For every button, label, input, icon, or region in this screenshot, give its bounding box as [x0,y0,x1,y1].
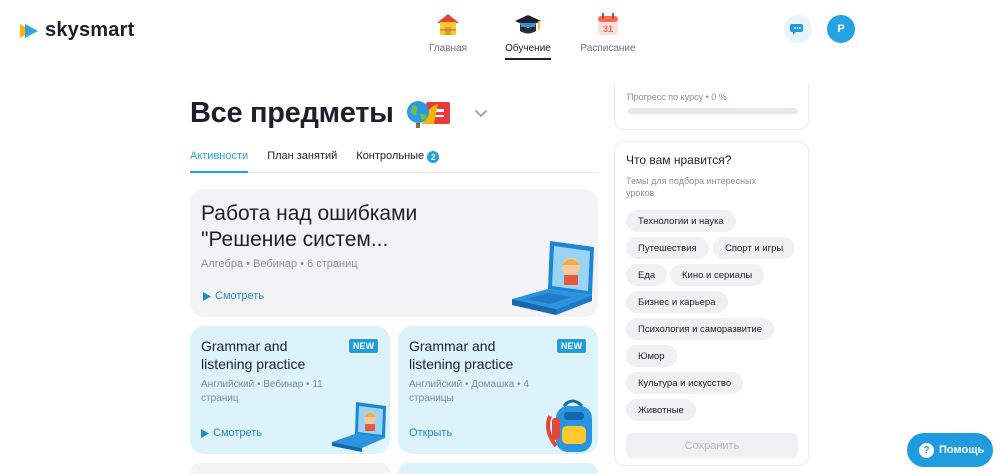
help-button-label: Помощь [939,444,985,456]
open-button-label: Открыть [409,427,453,439]
card-title: Grammar and listening practice [201,338,306,372]
chat-button[interactable] [784,15,812,43]
nav-learning[interactable]: Обучение [488,10,568,60]
nav-learning-label: Обучение [505,43,551,60]
card-meta: Алгебра • Вебинар • 6 страниц [201,258,358,270]
interest-chip[interactable]: Спорт и игры [713,237,796,259]
interest-chip[interactable]: Путешествия [626,237,709,259]
nav-schedule[interactable]: 31 Расписание [568,10,648,60]
tab-activities[interactable]: Активности [190,146,249,173]
user-avatar[interactable]: Р [827,15,855,43]
logo-mark-icon [20,23,38,38]
chevron-down-icon[interactable] [472,104,490,122]
subjects-emoji-icon [406,101,450,128]
card-title: Grammar and listening practice [409,338,514,372]
interest-chip[interactable]: Животные [626,399,696,421]
card-title: Работа над ошибками "Решение систем... [201,202,418,251]
new-badge: NEW [348,338,379,354]
top-header: skysmart Главная Обучение 31 Расписание … [0,0,1000,70]
watch-button[interactable]: Смотреть [201,427,262,439]
course-progress-label: Прогресс по курсу • 0 % [627,92,727,102]
nav-home[interactable]: Главная [408,10,488,60]
page-title: Все предметы [190,96,394,129]
nav-home-label: Главная [428,43,468,54]
calendar-icon: 31 [598,13,618,35]
course-progress-card: Прогресс по курсу • 0 % [614,84,809,130]
tab-activities-label: Активности [190,150,249,162]
activity-tabs: Активности План занятий Контрольные 2 [190,146,598,173]
open-button[interactable]: Открыть [409,427,452,439]
main-nav: Главная Обучение 31 Расписание [408,10,648,60]
card-meta: Английский • Домашка • 4 страницы [409,379,529,404]
new-badge: NEW [556,338,587,354]
interests-card: Что вам нравится? Темы для подбора интер… [614,141,809,466]
chat-icon [790,24,803,35]
house-icon [437,14,459,35]
watch-button-label: Смотреть [215,290,265,302]
skysmart-logo[interactable]: skysmart [19,19,134,42]
tab-lesson-plan[interactable]: План занятий [267,146,337,173]
interest-chip[interactable]: Кино и сериалы [670,264,765,286]
interest-chip[interactable]: Технологии и наука [626,210,736,232]
card-meta: Английский • Вебинар • 11 страниц [201,379,323,404]
page-title-row: Все предметы [190,96,490,130]
activity-card-english-homework[interactable]: Grammar and listening practice NEW Англи… [398,326,598,454]
laptop-icon [512,241,594,315]
watch-button[interactable]: Смотреть [203,290,264,302]
tab-tests-label: Контрольные [356,150,425,162]
course-progress-bar [628,108,798,114]
interest-chip[interactable]: Еда [626,264,668,286]
interest-chip[interactable]: Бизнес и карьера [626,291,728,313]
tab-tests[interactable]: Контрольные 2 [356,146,440,173]
interests-subtitle: Темы для подбора интересных уроков [626,176,757,198]
laptop-icon [332,402,386,452]
activity-card-partial [190,463,390,474]
watch-button-label: Смотреть [213,427,263,439]
interests-title: Что вам нравится? [626,153,732,167]
tests-count-badge: 2 [427,151,440,163]
play-icon [203,291,211,301]
activity-card-algebra[interactable]: Работа над ошибками "Решение систем... А… [190,189,598,317]
backpack-icon [546,399,592,452]
graduation-cap-icon [515,15,541,34]
nav-schedule-label: Расписание [580,43,636,54]
interest-chip[interactable]: Культура и искусство [626,372,744,394]
logo-text: skysmart [45,19,135,41]
question-icon: ? [919,442,934,458]
help-button[interactable]: ? Помощь [907,433,993,467]
play-icon [201,428,209,438]
activity-card-english-webinar[interactable]: Grammar and listening practice NEW Англи… [190,326,390,454]
interest-chip[interactable]: Психология и саморазвитие [626,318,774,340]
interest-chip[interactable]: Юмор [626,345,677,367]
calendar-day: 31 [603,24,613,34]
tab-lesson-plan-label: План занятий [267,150,338,162]
activity-card-partial [398,463,598,474]
save-interests-button[interactable]: Сохранить [626,433,798,458]
